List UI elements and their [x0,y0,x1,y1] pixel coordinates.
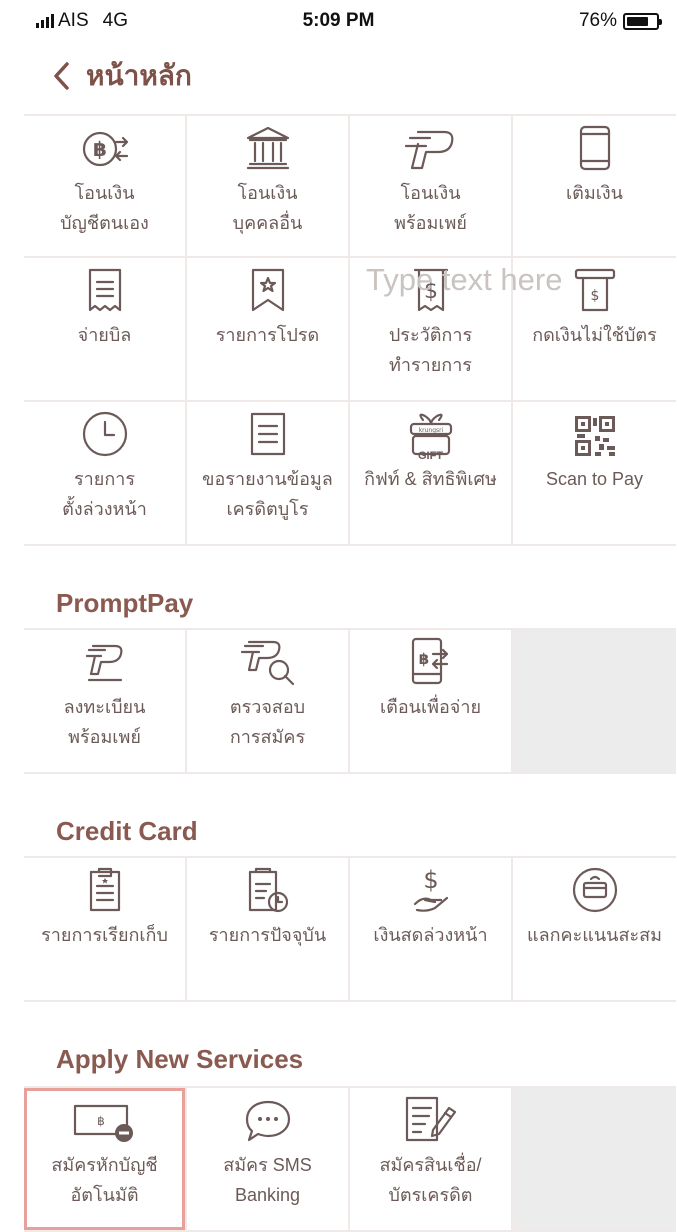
status-right: 76% [578,10,662,32]
menu-tile-label: โอนเงิน บัญชีตนเอง [60,183,149,233]
battery-percent: 76% [578,10,617,31]
credit-card-grid: รายการเรียกเก็บ รายการปัจจุบัน $ เงินสดล่วง… [24,856,676,1002]
promptpay-register-icon [83,630,127,686]
menu-tile-label: สมัคร SMS Banking [223,1155,312,1205]
status-time: 5:09 PM [302,10,375,31]
qr-code-icon [573,402,617,458]
empty-cell [513,630,676,774]
menu-tile-qr-code[interactable]: Scan to Pay [513,402,676,546]
current-transactions-icon [246,858,290,914]
promptpay-grid: ลงทะเบียน พร้อมเพย์ ตรวจสอบ การสมัคร ฿เตือ… [24,628,676,774]
billing-clipboard-icon [87,858,123,914]
menu-tile-clock[interactable]: รายการ ตั้งล่วงหน้า [24,402,187,546]
credit-card-section-title: Credit Card [56,816,198,846]
back-chevron-icon[interactable] [52,61,70,91]
svg-text:฿: ฿ [97,1114,105,1128]
menu-tile-sms-chat[interactable]: สมัคร SMS Banking [187,1088,350,1232]
menu-tile-label: ลงทะเบียน พร้อมเพย์ [63,697,146,747]
main-menu-grid: ฿โอนเงิน บัญชีตนเอง โอนเงิน บุคคลอื่น โอนเ… [24,114,676,546]
baht-transfer-icon: ฿ [80,116,130,172]
redeem-points-icon [571,858,619,914]
svg-text:krungsri: krungsri [418,427,443,434]
promptpay-section-title: PromptPay [56,588,194,618]
empty-cell [513,1088,676,1232]
menu-tile-label: โอนเงิน บุคคลอื่น [232,183,303,233]
svg-text:฿: ฿ [418,650,428,668]
menu-tile-promptpay-check[interactable]: ตรวจสอบ การสมัคร [187,630,350,774]
cardless-atm-icon: $ [573,258,617,314]
gift-badge: GIFT [417,450,444,462]
menu-tile-promptpay[interactable]: โอนเงิน พร้อมเพย์ [350,116,513,258]
clock-icon [81,402,129,458]
menu-tile-label: แลกคะแนนสะสม [527,925,662,945]
menu-tile-billing-clipboard[interactable]: รายการเรียกเก็บ [24,858,187,1002]
menu-tile-label: ขอรายงานข้อมูล เครดิตบูโร [202,469,333,519]
menu-tile-gift[interactable]: GIFT krungsri กิฟท์ & สิทธิพิเศษ [350,402,513,546]
apply-services-grid: ฿สมัครหักบัญชี อัตโนมัติ สมัคร SMS Bankin… [24,1086,676,1232]
menu-tile-label: รายการเรียกเก็บ [41,925,168,945]
svg-text:$: $ [423,866,438,894]
apply-services-section-title: Apply New Services [56,1044,304,1074]
menu-tile-label: โอนเงิน พร้อมเพย์ [394,183,467,233]
menu-tile-label: ประวัติการ ทำรายการ [388,325,473,375]
menu-tile-label: จ่ายบิล [77,325,132,345]
menu-tile-favorite-bookmark[interactable]: รายการโปรด [187,258,350,402]
menu-tile-loan-application[interactable]: สมัครสินเชื่อ/ บัตรเครดิต [350,1088,513,1232]
credit-report-icon [248,402,288,458]
menu-tile-label: Scan to Pay [545,469,644,489]
menu-tile-label: เงินสดล่วงหน้า [373,925,488,945]
menu-tile-label: สมัครสินเชื่อ/ บัตรเครดิต [379,1155,482,1205]
menu-tile-label: สมัครหักบัญชี อัตโนมัติ [51,1155,158,1205]
menu-tile-credit-report[interactable]: ขอรายงานข้อมูล เครดิตบูโร [187,402,350,546]
menu-tile-cash-advance[interactable]: $ เงินสดล่วงหน้า [350,858,513,1002]
menu-tile-redeem-points[interactable]: แลกคะแนนสะสม [513,858,676,1002]
mobile-topup-icon [578,116,612,172]
menu-tile-label: รายการโปรด [215,325,320,345]
svg-text:$: $ [590,288,599,304]
overlay-placeholder: Type text here [366,262,563,297]
menu-tile-promptpay-register[interactable]: ลงทะเบียน พร้อมเพย์ [24,630,187,774]
menu-tile-payment-alert[interactable]: ฿เตือนเพื่อจ่าย [350,630,513,774]
bank-icon [244,116,292,172]
menu-tile-baht-transfer[interactable]: ฿โอนเงิน บัญชีตนเอง [24,116,187,258]
menu-tile-bank[interactable]: โอนเงิน บุคคลอื่น [187,116,350,258]
svg-text:฿: ฿ [93,137,107,161]
sms-chat-icon [243,1088,293,1144]
status-bar: AIS 4G 5:09 PM 76% [0,0,677,46]
page-title[interactable]: หน้าหลัก [86,54,192,98]
menu-tile-label: กดเงินไม่ใช้บัตร [532,325,657,345]
menu-tile-label: รายการ ตั้งล่วงหน้า [62,469,147,519]
battery-icon [623,12,662,30]
menu-tile-direct-debit[interactable]: ฿สมัครหักบัญชี อัตโนมัติ [24,1088,187,1232]
menu-tile-label: รายการปัจจุบัน [208,925,327,945]
direct-debit-icon: ฿ [72,1088,138,1144]
promptpay-icon [404,116,458,172]
promptpay-check-icon [237,630,299,686]
nav-header: หน้าหลัก [52,58,192,94]
bill-icon [86,258,124,314]
menu-tile-mobile-topup[interactable]: เติมเงิน [513,116,676,258]
menu-tile-label: เติมเงิน [566,183,623,203]
menu-tile-label: กิฟท์ & สิทธิพิเศษ [364,469,497,489]
loan-application-icon [403,1088,459,1144]
cash-advance-icon: $ [411,858,451,914]
favorite-bookmark-icon [249,258,287,314]
menu-tile-label: ตรวจสอบ การสมัคร [229,697,306,747]
menu-tile-bill[interactable]: จ่ายบิล [24,258,187,402]
menu-tile-current-transactions[interactable]: รายการปัจจุบัน [187,858,350,1002]
menu-tile-label: เตือนเพื่อจ่าย [380,697,481,717]
payment-alert-icon: ฿ [407,630,455,686]
